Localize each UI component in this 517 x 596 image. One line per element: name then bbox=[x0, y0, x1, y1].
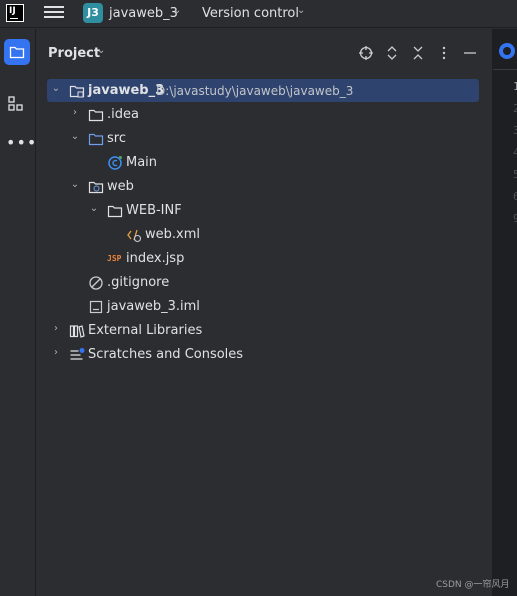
editor-gutter: 1 2 3 4 5 6 9 bbox=[492, 29, 517, 596]
root-label: javaweb_3 bbox=[88, 83, 165, 98]
chevron-right-icon[interactable]: › bbox=[50, 347, 62, 358]
version-control-menu[interactable]: Version control bbox=[202, 6, 299, 21]
chevron-down-icon[interactable]: ⌄ bbox=[69, 179, 81, 190]
hide-icon[interactable] bbox=[462, 45, 478, 61]
module-file-icon bbox=[89, 300, 103, 314]
tree-item-webinf[interactable]: ⌄ WEB-INF bbox=[37, 199, 492, 223]
root-path: D:\javastudy\javaweb\javaweb_3 bbox=[156, 84, 354, 98]
java-class-icon bbox=[108, 156, 122, 170]
web-label: web bbox=[107, 179, 134, 194]
module-folder-icon bbox=[69, 85, 85, 98]
tree-item-webxml[interactable]: web.xml bbox=[37, 223, 492, 247]
tree-item-external-libraries[interactable]: › External Libraries bbox=[37, 319, 492, 343]
project-selector[interactable]: javaweb_3 bbox=[109, 6, 178, 21]
folder-icon bbox=[88, 109, 104, 122]
tool-window-bar: ••• bbox=[0, 29, 36, 596]
line-number: 2 bbox=[513, 102, 517, 115]
idea-label: idea bbox=[111, 107, 139, 122]
line-number: 4 bbox=[513, 146, 517, 159]
web-folder-icon bbox=[88, 181, 104, 194]
intellij-logo-icon[interactable]: IJ bbox=[6, 4, 24, 22]
line-number: 5 bbox=[513, 168, 517, 181]
ignore-file-icon bbox=[89, 276, 103, 290]
source-folder-icon bbox=[88, 133, 104, 146]
watermark: CSDN @一帘风月 bbox=[436, 580, 510, 590]
jsp-file-icon: JSP bbox=[107, 254, 122, 263]
chevron-down-icon[interactable]: ⌄ bbox=[50, 83, 62, 94]
panel-header: Project ⌄ bbox=[37, 29, 492, 77]
tree-item-root[interactable]: ⌄ javaweb_3 D:\javastudy\javaweb\javaweb… bbox=[37, 79, 492, 103]
tree-item-main[interactable]: Main bbox=[37, 151, 492, 175]
line-number: 1 bbox=[513, 80, 517, 93]
chevron-down-icon[interactable]: ⌄ bbox=[88, 203, 100, 214]
chevron-down-icon[interactable]: ⌄ bbox=[173, 5, 181, 16]
library-icon bbox=[69, 325, 85, 338]
iml-label: javaweb_3.iml bbox=[107, 299, 200, 314]
structure-icon[interactable] bbox=[7, 95, 25, 113]
indexjsp-label: index.jsp bbox=[126, 251, 185, 266]
project-badge[interactable]: J3 bbox=[83, 3, 103, 23]
scratches-label: Scratches and Consoles bbox=[88, 347, 244, 362]
more-icon[interactable]: ••• bbox=[6, 133, 37, 152]
webinf-label: WEB-INF bbox=[126, 203, 182, 218]
project-panel: Project ⌄ ⌄ javaweb_3 D:\javastudy\javaw… bbox=[37, 29, 492, 596]
main-label: Main bbox=[126, 155, 158, 170]
tree-item-src[interactable]: ⌄ src bbox=[37, 127, 492, 151]
chevron-down-icon[interactable]: ⌄ bbox=[297, 5, 305, 16]
title-bar: IJ J3 javaweb_3 ⌄ Version control ⌄ bbox=[0, 0, 517, 28]
expand-all-icon[interactable] bbox=[384, 45, 400, 61]
xml-file-icon bbox=[127, 229, 142, 243]
tree-item-scratches[interactable]: › Scratches and Consoles bbox=[37, 343, 492, 367]
options-icon[interactable] bbox=[436, 45, 452, 61]
tree-item-iml[interactable]: javaweb_3.iml bbox=[37, 295, 492, 319]
tree-item-indexjsp[interactable]: JSP index.jsp bbox=[37, 247, 492, 271]
project-tool-button[interactable] bbox=[4, 39, 30, 65]
chevron-right-icon[interactable]: › bbox=[69, 107, 81, 118]
chevron-right-icon[interactable]: › bbox=[50, 323, 62, 334]
line-number: 9 bbox=[513, 212, 517, 225]
tree-item-idea[interactable]: › .idea bbox=[37, 103, 492, 127]
tree-item-gitignore[interactable]: .gitignore bbox=[37, 271, 492, 295]
scratches-icon bbox=[70, 348, 85, 360]
tree-item-web[interactable]: ⌄ web bbox=[37, 175, 492, 199]
webxml-label: web.xml bbox=[145, 227, 200, 242]
line-number: 6 bbox=[513, 190, 517, 203]
editor-tab-java-icon[interactable] bbox=[499, 43, 515, 59]
folder-icon bbox=[107, 205, 123, 218]
locate-icon[interactable] bbox=[358, 45, 374, 61]
main-menu-button[interactable] bbox=[44, 5, 64, 23]
collapse-all-icon[interactable] bbox=[410, 45, 426, 61]
chevron-down-icon[interactable]: ⌄ bbox=[97, 45, 105, 56]
panel-title[interactable]: Project bbox=[48, 46, 100, 61]
folder-icon bbox=[9, 46, 25, 59]
chevron-down-icon[interactable]: ⌄ bbox=[69, 131, 81, 142]
src-label: src bbox=[107, 131, 126, 146]
external-libraries-label: External Libraries bbox=[88, 323, 203, 338]
line-number: 3 bbox=[513, 124, 517, 137]
gitignore-label: .gitignore bbox=[107, 275, 170, 290]
